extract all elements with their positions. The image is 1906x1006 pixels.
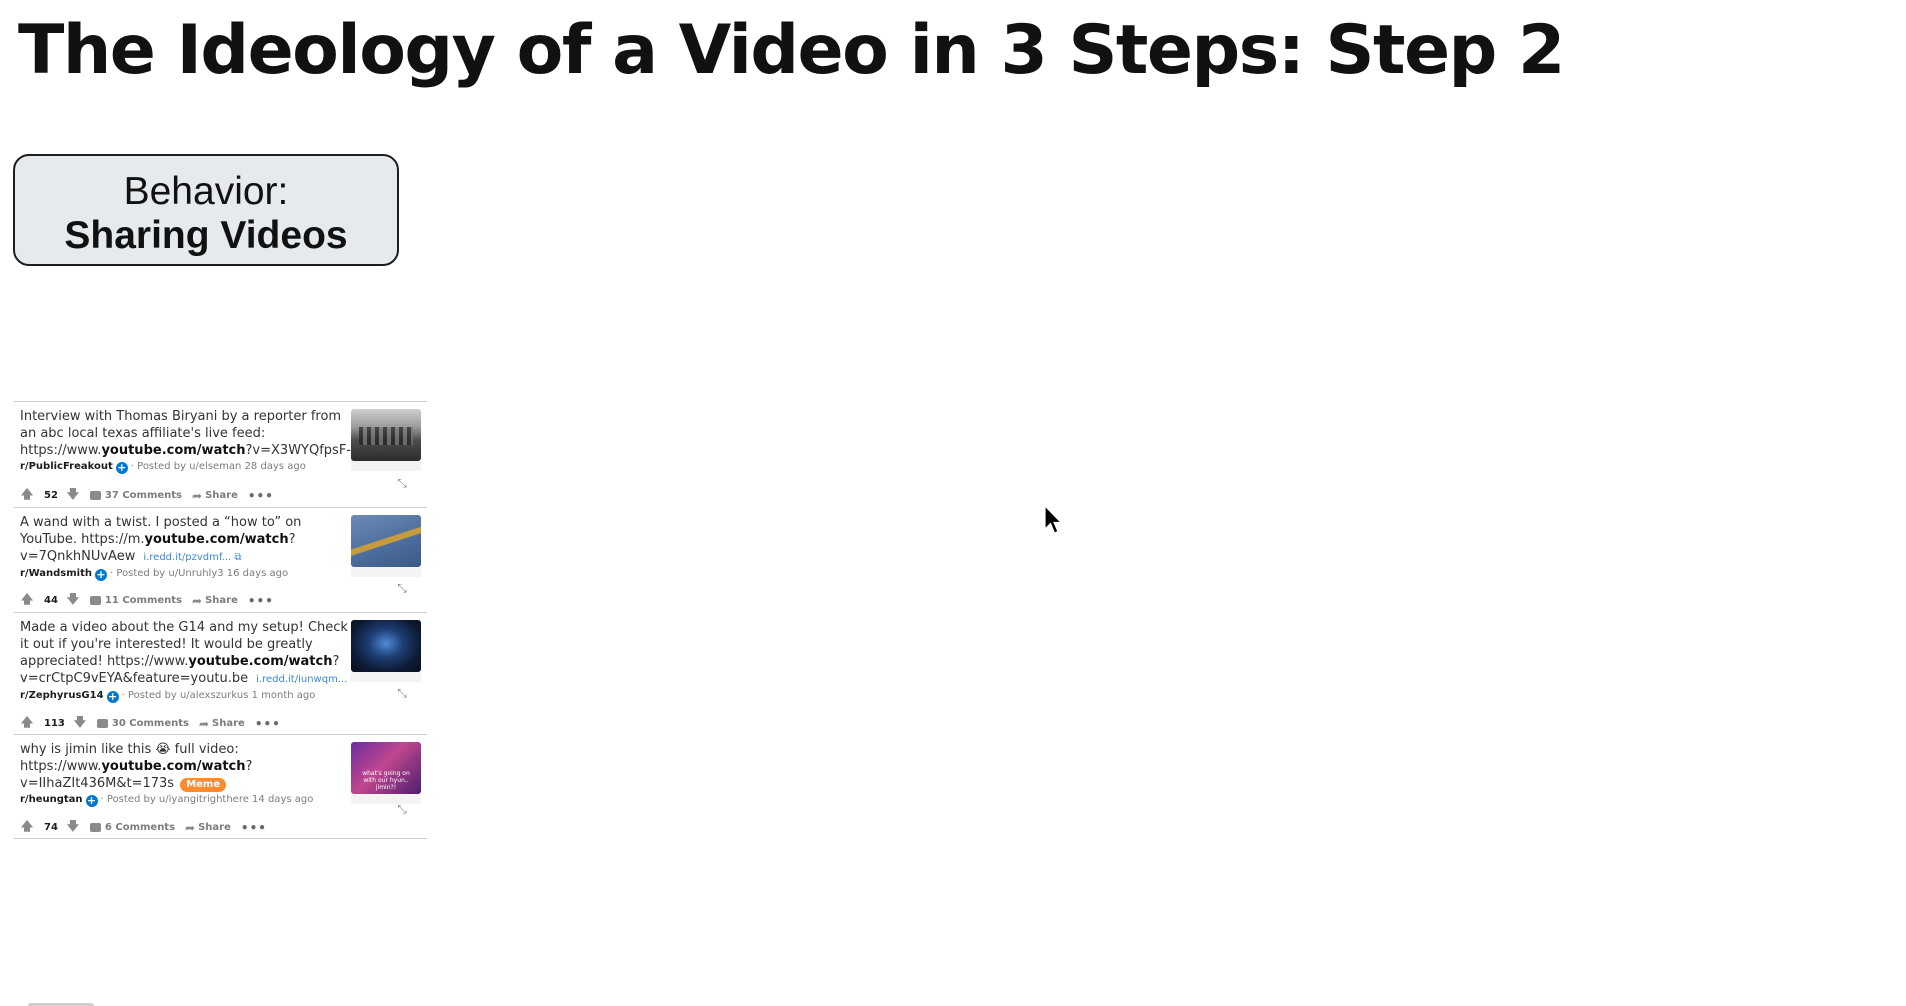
post-body: why is jimin like this 😭 full video: htt…	[20, 741, 360, 807]
thumbnail-shadow	[351, 794, 421, 804]
post-item[interactable]: why is jimin like this 😭 full video: htt…	[14, 735, 427, 839]
post-title[interactable]: why is jimin like this 😭 full video: htt…	[20, 741, 360, 792]
behavior-label: Behavior:	[123, 170, 289, 213]
share-button[interactable]: Share	[212, 718, 245, 729]
vote-count: 113	[44, 718, 65, 729]
vote-count: 44	[44, 595, 58, 606]
post-actions: 🡅 74 🡇 6 Comments ➦ Share •••	[20, 817, 267, 838]
more-icon[interactable]: •••	[248, 594, 274, 608]
arrow-down-icon[interactable]: 🡇	[66, 590, 80, 611]
expand-icon[interactable]: ⤡	[395, 581, 409, 595]
post-title[interactable]: A wand with a twist. I posted a “how to”…	[20, 514, 360, 566]
post-meta: r/PublicFreakout + · Posted by u/elseman 2…	[20, 460, 360, 474]
comment-icon	[96, 719, 108, 728]
thumbnail-caption: what's going on with our hyun.. jimin?!	[362, 770, 410, 791]
behavior-card: Behavior: Sharing Videos	[13, 154, 399, 266]
post-item[interactable]: A wand with a twist. I posted a “how to”…	[14, 508, 427, 613]
post-body: A wand with a twist. I posted a “how to”…	[20, 514, 360, 581]
external-link-icon: ⧉	[234, 552, 242, 563]
share-button[interactable]: Share	[198, 822, 231, 833]
join-plus-icon[interactable]: +	[115, 462, 128, 474]
join-plus-icon[interactable]: +	[106, 691, 119, 703]
thumbnail-shadow	[351, 672, 421, 682]
arrow-down-icon[interactable]: 🡇	[73, 713, 87, 734]
thumbnail-shadow	[351, 461, 421, 471]
external-link[interactable]: i.redd.it/pzvdmf... ⧉	[143, 552, 241, 563]
post-title[interactable]: Interview with Thomas Biryani by a repor…	[20, 408, 360, 459]
more-icon[interactable]: •••	[248, 489, 274, 503]
comments-button[interactable]: 6 Comments	[105, 822, 175, 833]
comments-button[interactable]: 37 Comments	[105, 490, 182, 501]
more-icon[interactable]: •••	[255, 717, 281, 731]
page-title: The Ideology of a Video in 3 Steps: Step…	[18, 11, 1565, 90]
post-meta: r/Wandsmith + · Posted by u/Unruhly3 16 da…	[20, 567, 360, 581]
more-icon[interactable]: •••	[241, 821, 267, 835]
post-actions: 🡅 52 🡇 37 Comments ➦ Share •••	[20, 485, 274, 506]
thumbnail-shadow	[351, 567, 421, 577]
post-actions: 🡅 44 🡇 11 Comments ➦ Share •••	[20, 590, 274, 611]
join-plus-icon[interactable]: +	[85, 795, 98, 807]
behavior-value: Sharing Videos	[64, 214, 348, 257]
flair-badge[interactable]: Meme	[180, 778, 227, 792]
video-still-thumbnail[interactable]: what's going on with our hyun.. jimin?!	[351, 742, 421, 794]
comments-button[interactable]: 30 Comments	[112, 718, 189, 729]
expand-icon[interactable]: ⤡	[395, 476, 409, 490]
external-link[interactable]: i.redd.it/iunwqm... ⧉	[256, 674, 358, 685]
share-icon: ➦	[192, 593, 203, 608]
arrow-up-icon[interactable]: 🡅	[20, 485, 34, 506]
post-body: Made a video about the G14 and my setup!…	[20, 619, 360, 703]
wand-photo-thumbnail[interactable]	[351, 515, 421, 567]
vote-count: 52	[44, 490, 58, 501]
expand-icon[interactable]: ⤡	[395, 686, 409, 700]
post-author-time: · Posted by u/Unruhly3 16 days ago	[109, 568, 289, 579]
comment-icon	[89, 491, 101, 500]
share-icon: ➦	[185, 820, 196, 835]
share-button[interactable]: Share	[205, 595, 238, 606]
laptop-photo-thumbnail[interactable]	[351, 620, 421, 672]
mouse-cursor-icon	[1044, 505, 1062, 534]
vote-count: 74	[44, 822, 58, 833]
join-plus-icon[interactable]: +	[94, 569, 107, 581]
arrow-up-icon[interactable]: 🡅	[20, 713, 34, 734]
post-item[interactable]: Interview with Thomas Biryani by a repor…	[14, 402, 427, 508]
post-author-time: · Posted by u/alexszurkus 1 month ago	[121, 690, 316, 701]
arrow-down-icon[interactable]: 🡇	[66, 817, 80, 838]
arrow-down-icon[interactable]: 🡇	[66, 485, 80, 506]
reddit-post-list: Interview with Thomas Biryani by a repor…	[14, 401, 427, 839]
post-title[interactable]: Made a video about the G14 and my setup!…	[20, 619, 360, 688]
post-body: Interview with Thomas Biryani by a repor…	[20, 408, 360, 474]
comments-button[interactable]: 11 Comments	[105, 595, 182, 606]
crowd-photo-thumbnail[interactable]	[351, 409, 421, 461]
post-author-time: · Posted by u/elseman 28 days ago	[130, 461, 306, 472]
share-icon: ➦	[192, 488, 203, 503]
share-icon: ➦	[198, 716, 210, 731]
arrow-up-icon[interactable]: 🡅	[20, 817, 34, 838]
subreddit-link[interactable]: r/PublicFreakout	[20, 461, 113, 472]
share-button[interactable]: Share	[205, 490, 238, 501]
post-meta: r/ZephyrusG14 + · Posted by u/alexszurkus …	[20, 689, 360, 703]
comment-icon	[89, 823, 101, 832]
post-actions: 🡅 113 🡇 30 Comments ➦ Share •••	[20, 713, 281, 734]
subreddit-link[interactable]: r/Wandsmith	[20, 568, 92, 579]
post-item[interactable]: Made a video about the G14 and my setup!…	[14, 613, 427, 735]
arrow-up-icon[interactable]: 🡅	[20, 590, 34, 611]
subreddit-link[interactable]: r/heungtan	[20, 794, 83, 805]
post-author-time: · Posted by u/iyangitrighthere 14 days a…	[100, 794, 314, 805]
subreddit-link[interactable]: r/ZephyrusG14	[20, 690, 104, 701]
comment-icon	[89, 596, 101, 605]
expand-icon[interactable]: ⤡	[395, 802, 409, 816]
post-meta: r/heungtan + · Posted by u/iyangitrighther…	[20, 793, 360, 807]
